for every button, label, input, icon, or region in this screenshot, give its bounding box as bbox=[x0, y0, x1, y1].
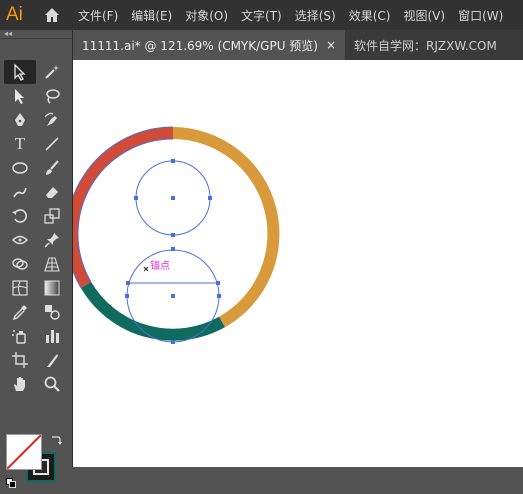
line-segment-tool[interactable] bbox=[36, 132, 68, 156]
hand-icon bbox=[14, 377, 25, 391]
lasso-icon bbox=[46, 89, 60, 104]
puppet-warp-tool[interactable] bbox=[36, 228, 68, 252]
ring-teal-segment[interactable] bbox=[80, 281, 225, 341]
zoom-tool[interactable] bbox=[36, 372, 68, 396]
symbol-sprayer-icon bbox=[12, 330, 26, 344]
type-icon: T bbox=[14, 134, 26, 153]
curvature-pen-icon bbox=[44, 112, 57, 126]
width-tool[interactable] bbox=[4, 228, 36, 252]
rotate-icon bbox=[12, 209, 27, 223]
symbol-sprayer-tool[interactable] bbox=[4, 324, 36, 348]
column-graph-tool[interactable] bbox=[36, 324, 68, 348]
direct-selection-icon bbox=[15, 89, 24, 104]
selection-tool[interactable] bbox=[4, 60, 36, 84]
menu-effect[interactable]: 效果(C) bbox=[349, 7, 391, 24]
smart-guide-cross bbox=[143, 266, 149, 272]
app-logo: Ai bbox=[6, 4, 23, 25]
menu-bar: Ai 文件(F) 编辑(E) 对象(O) 文字(T) 选择(S) 效果(C) 视… bbox=[0, 0, 523, 30]
tab-website[interactable]: 软件自学网：RJZXW.COM bbox=[345, 30, 506, 60]
paintbrush-tool[interactable] bbox=[36, 156, 68, 180]
mesh-tool[interactable] bbox=[4, 276, 36, 300]
slice-knife-icon bbox=[47, 354, 58, 367]
blend-tool[interactable] bbox=[36, 300, 68, 324]
eraser-icon bbox=[46, 187, 58, 198]
smart-guide-label: 锚点 bbox=[150, 261, 170, 272]
column-graph-icon bbox=[46, 330, 59, 343]
shape-builder-icon bbox=[12, 258, 28, 270]
slice-tool[interactable] bbox=[36, 348, 68, 372]
lasso-tool[interactable] bbox=[36, 84, 68, 108]
artboard-canvas[interactable]: 锚点 bbox=[73, 60, 523, 467]
direct-selection-tool[interactable] bbox=[4, 84, 36, 108]
tab-document[interactable]: 11111.ai* @ 121.69% (CMYK/GPU 预览) × bbox=[73, 30, 346, 60]
gradient-tool[interactable] bbox=[36, 276, 68, 300]
tab-close-icon[interactable]: × bbox=[326, 38, 336, 52]
type-tool[interactable]: T bbox=[4, 132, 36, 156]
tab-website-label: 软件自学网：RJZXW.COM bbox=[354, 38, 497, 53]
fill-stroke-swatches[interactable] bbox=[6, 434, 62, 494]
artboard-tool[interactable] bbox=[4, 348, 36, 372]
tool-grid: T bbox=[4, 60, 70, 396]
menu-object[interactable]: 对象(O) bbox=[185, 7, 228, 24]
perspective-grid-tool[interactable] bbox=[36, 252, 68, 276]
scale-icon bbox=[44, 208, 60, 224]
default-colors-icon[interactable] bbox=[6, 478, 16, 488]
shaper-tool[interactable] bbox=[4, 180, 36, 204]
ellipse-tool[interactable] bbox=[4, 156, 36, 180]
line-segment-icon bbox=[45, 137, 59, 151]
eyedropper-tool[interactable] bbox=[4, 300, 36, 324]
blend-icon bbox=[45, 305, 60, 320]
curvature-tool[interactable] bbox=[36, 108, 68, 132]
width-icon bbox=[11, 235, 29, 245]
pushpin-icon bbox=[44, 233, 59, 248]
menu-file[interactable]: 文件(F) bbox=[78, 7, 118, 24]
mesh-icon bbox=[12, 280, 28, 296]
menu-window[interactable]: 窗口(W) bbox=[458, 7, 503, 24]
pen-tool[interactable] bbox=[4, 108, 36, 132]
eyedropper-icon bbox=[12, 305, 27, 321]
eraser-tool[interactable] bbox=[36, 180, 68, 204]
paintbrush-icon bbox=[46, 160, 59, 175]
pen-icon bbox=[15, 113, 25, 126]
scale-tool[interactable] bbox=[36, 204, 68, 228]
menu-select[interactable]: 选择(S) bbox=[295, 7, 336, 24]
panel-collapse-button[interactable]: ◂◂ bbox=[0, 30, 72, 39]
fill-swatch[interactable] bbox=[6, 434, 42, 470]
rotate-tool[interactable] bbox=[4, 204, 36, 228]
artboard-icon bbox=[12, 352, 28, 368]
anchor-points bbox=[125, 159, 221, 344]
zoom-magnifier-icon bbox=[44, 376, 60, 392]
gradient-icon bbox=[44, 280, 60, 296]
shape-builder-tool[interactable] bbox=[4, 252, 36, 276]
none-fill-slash-icon bbox=[7, 435, 41, 469]
perspective-grid-icon bbox=[44, 257, 60, 272]
selection-arrow-icon bbox=[14, 63, 26, 81]
menu-view[interactable]: 视图(V) bbox=[403, 7, 445, 24]
hand-tool[interactable] bbox=[4, 372, 36, 396]
document-tabs: 11111.ai* @ 121.69% (CMYK/GPU 预览) × 软件自学… bbox=[73, 30, 523, 60]
swap-colors-icon[interactable] bbox=[50, 434, 62, 446]
artwork bbox=[73, 126, 280, 344]
ellipse-icon bbox=[12, 162, 28, 174]
shaper-icon bbox=[13, 187, 27, 198]
home-icon[interactable] bbox=[42, 5, 62, 25]
menu-type[interactable]: 文字(T) bbox=[241, 7, 282, 24]
tab-document-label: 11111.ai* @ 121.69% (CMYK/GPU 预览) bbox=[82, 38, 318, 53]
magic-wand-tool[interactable] bbox=[36, 60, 68, 84]
magic-wand-icon bbox=[45, 65, 59, 79]
tools-panel: ◂◂ T bbox=[0, 30, 72, 488]
ring-orange-segment[interactable] bbox=[172, 127, 280, 328]
menu-edit[interactable]: 编辑(E) bbox=[131, 7, 172, 24]
